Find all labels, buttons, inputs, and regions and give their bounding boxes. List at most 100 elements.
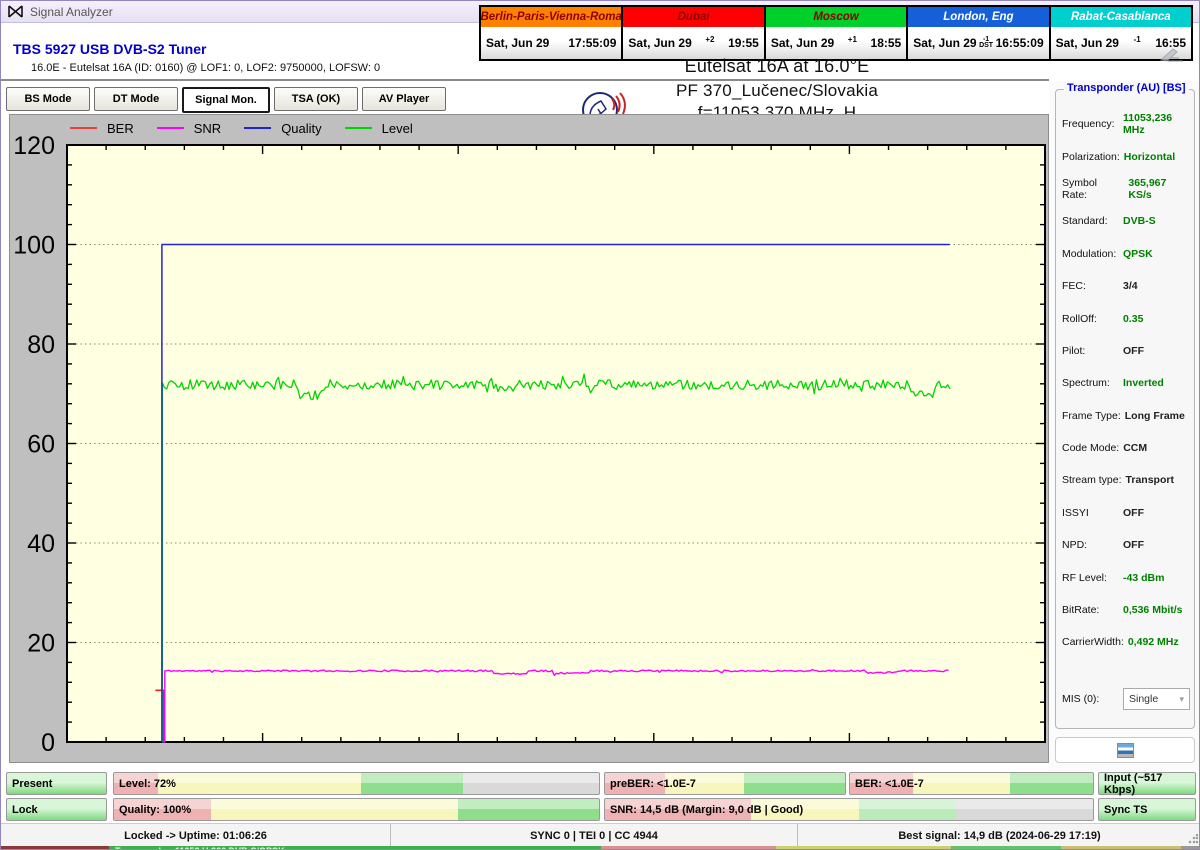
mis-label: MIS (0): xyxy=(1062,693,1119,705)
ber-meter: BER: <1.0E-7 xyxy=(849,772,1094,795)
status-best-signal: Best signal: 14,9 dB (2024-06-29 17:19) xyxy=(798,824,1200,847)
quality-meter: Quality: 100% xyxy=(113,798,600,821)
transponder-row-label: ISSYI xyxy=(1062,507,1119,519)
mode-tabs: BS ModeDT ModeSignal Mon.TSA (OK)AV Play… xyxy=(6,87,446,113)
transponder-row-value: QPSK xyxy=(1123,248,1153,260)
sync-ts-indicator: Sync TS xyxy=(1098,798,1196,821)
preber-meter: preBER: <1.0E-7 xyxy=(604,772,846,795)
transponder-panel: Transponder (AU) [BS] Frequency:11053,23… xyxy=(1049,81,1200,771)
transponder-row-value: Long Frame xyxy=(1125,410,1185,422)
chart-panel: BERSNRQualityLevel 020406080100120 xyxy=(9,114,1049,763)
transponder-row-label: Frame Type: xyxy=(1062,410,1121,422)
status-sync: SYNC 0 | TEI 0 | CC 4944 xyxy=(391,824,798,847)
transponder-row: Code Mode:CCM xyxy=(1062,432,1192,464)
clock-city-label: Rabat-Casablanca xyxy=(1051,7,1191,27)
clock-date: Sat, Jun 29 xyxy=(486,36,549,50)
transponder-row-label: CarrierWidth: xyxy=(1062,636,1124,648)
transponder-row-label: Modulation: xyxy=(1062,248,1119,260)
signature-icon xyxy=(1159,47,1185,63)
clock-moscow: MoscowSat, Jun 29+118:55 xyxy=(766,7,906,59)
transponder-row-value: DVB-S xyxy=(1123,215,1156,227)
clock-time: Sat, Jun 29+219:55 xyxy=(623,27,763,59)
transponder-row-value: 11053,236 MHz xyxy=(1123,112,1192,136)
ts-list-icon xyxy=(1117,743,1134,758)
clock-offset: -1 xyxy=(1134,35,1141,44)
mis-select[interactable]: Single ▾ xyxy=(1123,688,1190,710)
signal-chart: 020406080100120 xyxy=(10,115,1050,762)
status-uptime: Locked -> Uptime: 01:06:26 xyxy=(1,824,391,847)
window-title: Signal Analyzer xyxy=(30,5,113,19)
svg-text:120: 120 xyxy=(13,132,55,160)
clock-time: Sat, Jun 29-1DST16:55:09 xyxy=(908,27,1048,59)
tab-bs-mode[interactable]: BS Mode xyxy=(6,87,90,111)
meter-label: Level: 72% xyxy=(119,773,176,794)
meter-label: Quality: 100% xyxy=(119,799,191,820)
transponder-row-label: Spectrum: xyxy=(1062,377,1119,389)
transponder-rows: Frequency:11053,236 MHz Polarization: Hori… xyxy=(1062,108,1192,659)
clock-time-value: 16:55:09 xyxy=(996,36,1044,50)
world-clocks-panel: Berlin-Paris-Vienna-Roma Sat, Jun 29 17:55… xyxy=(479,5,1193,61)
signal-analyzer-window: Signal Analyzer Berlin-Paris-Vienna-Roma… xyxy=(0,0,1200,850)
transponder-row-value: -43 dBm xyxy=(1123,572,1164,584)
transponder-row-label: Polarization: xyxy=(1062,151,1120,163)
svg-text:100: 100 xyxy=(13,232,55,260)
transponder-row: Frame Type: Long Frame xyxy=(1062,400,1192,432)
clock-city-label: Berlin-Paris-Vienna-Roma xyxy=(481,7,621,27)
tuner-title: TBS 5927 USB DVB-S2 Tuner xyxy=(13,41,206,57)
clock-offset: -1DST xyxy=(979,37,993,49)
svg-text:80: 80 xyxy=(27,331,55,359)
clock-city-label: London, Eng xyxy=(908,7,1048,27)
transponder-row: Modulation: QPSK xyxy=(1062,238,1192,270)
input-indicator: Input (~517 Kbps) xyxy=(1098,772,1196,795)
tab-av-player[interactable]: AV Player xyxy=(362,87,446,111)
transponder-row-label: Pilot: xyxy=(1062,345,1119,357)
background-window-strip: Transponder: 11053 H 366 DVB-S/QPSK xyxy=(1,846,1200,850)
transponder-row: Pilot: OFF xyxy=(1062,335,1192,367)
clock-time-value: 17:55:09 xyxy=(568,36,616,50)
snr-meter: SNR: 14,5 dB (Margin: 9,0 dB | Good) xyxy=(604,798,1094,821)
level-meter: Level: 72% xyxy=(113,772,600,795)
svg-text:40: 40 xyxy=(27,530,55,558)
clock-date: Sat, Jun 29 xyxy=(771,36,834,50)
status-bar: Locked -> Uptime: 01:06:26 SYNC 0 | TEI … xyxy=(1,823,1200,847)
transponder-row-value: OFF xyxy=(1123,539,1144,551)
clock-offset-dst: DST xyxy=(979,43,993,49)
transponder-row-label: NPD: xyxy=(1062,539,1119,551)
meter-label: BER: <1.0E-7 xyxy=(855,773,924,794)
transponder-row: CarrierWidth:0,492 MHz xyxy=(1062,626,1192,658)
svg-text:20: 20 xyxy=(27,630,55,658)
transponder-row-value: CCM xyxy=(1123,442,1147,454)
clock-city-label: Moscow xyxy=(766,7,906,27)
tab-signal-mon-[interactable]: Signal Mon. xyxy=(182,87,270,113)
transponder-row-label: FEC: xyxy=(1062,280,1119,292)
ts-list-button[interactable] xyxy=(1055,737,1195,763)
clock-time: Sat, Jun 29 17:55:09 xyxy=(481,27,621,59)
clock-date: Sat, Jun 29 xyxy=(913,36,976,50)
transponder-row-label: RollOff: xyxy=(1062,313,1119,325)
transponder-row: FEC:3/4 xyxy=(1062,270,1192,302)
transponder-row-value: OFF xyxy=(1123,345,1144,357)
antenna-icon xyxy=(8,5,23,18)
clock-london-eng: London, EngSat, Jun 29-1DST16:55:09 xyxy=(908,7,1048,59)
transponder-row: ISSYI OFF xyxy=(1062,497,1192,529)
transponder-row-value: Horizontal xyxy=(1124,151,1175,163)
clock-berlin-paris-vienna-roma: Berlin-Paris-Vienna-Roma Sat, Jun 29 17:55… xyxy=(481,7,621,59)
transponder-row-value: OFF xyxy=(1123,507,1144,519)
tab-dt-mode[interactable]: DT Mode xyxy=(94,87,178,111)
transponder-row: Frequency:11053,236 MHz xyxy=(1062,108,1192,140)
resize-grip[interactable] xyxy=(1188,834,1198,844)
satellite-name: Eutelsat 16A at 16.0°E xyxy=(601,56,953,77)
clock-date: Sat, Jun 29 xyxy=(628,36,691,50)
transponder-title: Transponder (AU) [BS] xyxy=(1064,82,1189,94)
transponder-row: RollOff:0.35 xyxy=(1062,302,1192,334)
clock-time-value: 18:55 xyxy=(871,36,902,50)
meter-label: SNR: 14,5 dB (Margin: 9,0 dB | Good) xyxy=(610,799,803,820)
tab-tsa-ok-[interactable]: TSA (OK) xyxy=(274,87,358,111)
transponder-row: Spectrum:Inverted xyxy=(1062,367,1192,399)
tuner-subtitle: 16.0E - Eutelsat 16A (ID: 0160) @ LOF1: … xyxy=(31,62,380,74)
clock-time: Sat, Jun 29+118:55 xyxy=(766,27,906,59)
transponder-row: RF Level:-43 dBm xyxy=(1062,561,1192,593)
transponder-row: Symbol Rate:365,967 KS/s xyxy=(1062,173,1192,205)
lock-indicator: Lock xyxy=(6,798,107,821)
transponder-row: Stream type:Transport xyxy=(1062,464,1192,496)
